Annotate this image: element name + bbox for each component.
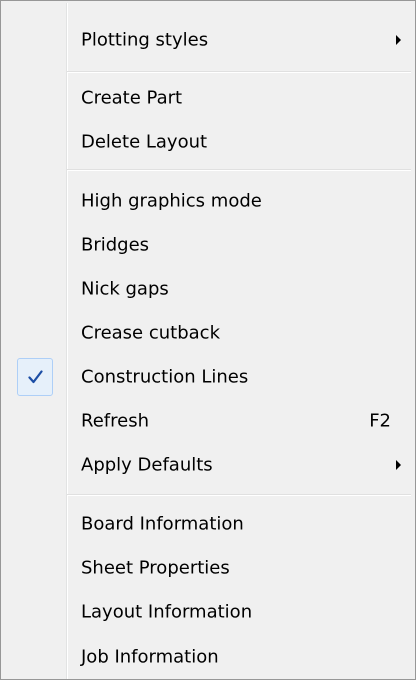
menu-item-high-graphics-mode[interactable]: High graphics mode — [3, 179, 413, 223]
menu-separator — [67, 494, 411, 496]
menu-item-label: Crease cutback — [81, 322, 220, 344]
menu-item-label: Construction Lines — [81, 366, 249, 388]
menu-item-label: Refresh — [81, 410, 149, 432]
menu-item-label: Bridges — [81, 234, 150, 256]
menu-item-label: Delete Layout — [81, 131, 208, 153]
menu-item-job-information[interactable]: Job Information — [3, 635, 413, 679]
menu-item-refresh[interactable]: Refresh F2 — [3, 399, 413, 443]
shortcut-label: F2 — [369, 410, 391, 432]
menu-separator — [67, 71, 411, 73]
menu-item-layout-information[interactable]: Layout Information — [3, 590, 413, 634]
menu-item-label: Sheet Properties — [81, 557, 230, 579]
menu-separator — [67, 169, 411, 171]
menu-item-label: Board Information — [81, 513, 244, 535]
menu-item-plotting-styles[interactable]: Plotting styles — [3, 18, 413, 62]
menu-item-nick-gaps[interactable]: Nick gaps — [3, 267, 413, 311]
context-menu: Plotting styles Create Part Delete Layou… — [0, 0, 416, 680]
menu-item-bridges[interactable]: Bridges — [3, 223, 413, 267]
menu-item-label: Create Part — [81, 87, 183, 109]
menu-item-label: High graphics mode — [81, 190, 262, 212]
menu-item-create-part[interactable]: Create Part — [3, 76, 413, 120]
menu-item-label: Apply Defaults — [81, 454, 213, 476]
submenu-arrow-icon — [396, 35, 401, 45]
menu-item-label: Job Information — [81, 646, 219, 668]
menu-item-label: Layout Information — [81, 601, 253, 623]
menu-item-label: Nick gaps — [81, 278, 169, 300]
menu-item-delete-layout[interactable]: Delete Layout — [3, 120, 413, 164]
menu-item-sheet-properties[interactable]: Sheet Properties — [3, 546, 413, 590]
menu-item-board-information[interactable]: Board Information — [3, 502, 413, 546]
check-indicator — [17, 358, 53, 396]
submenu-arrow-icon — [396, 460, 401, 470]
checkmark-icon — [28, 370, 43, 384]
menu-item-label: Plotting styles — [81, 29, 209, 51]
menu-item-construction-lines[interactable]: Construction Lines — [3, 355, 413, 399]
menu-item-apply-defaults[interactable]: Apply Defaults — [3, 443, 413, 487]
menu-item-crease-cutback[interactable]: Crease cutback — [3, 311, 413, 355]
